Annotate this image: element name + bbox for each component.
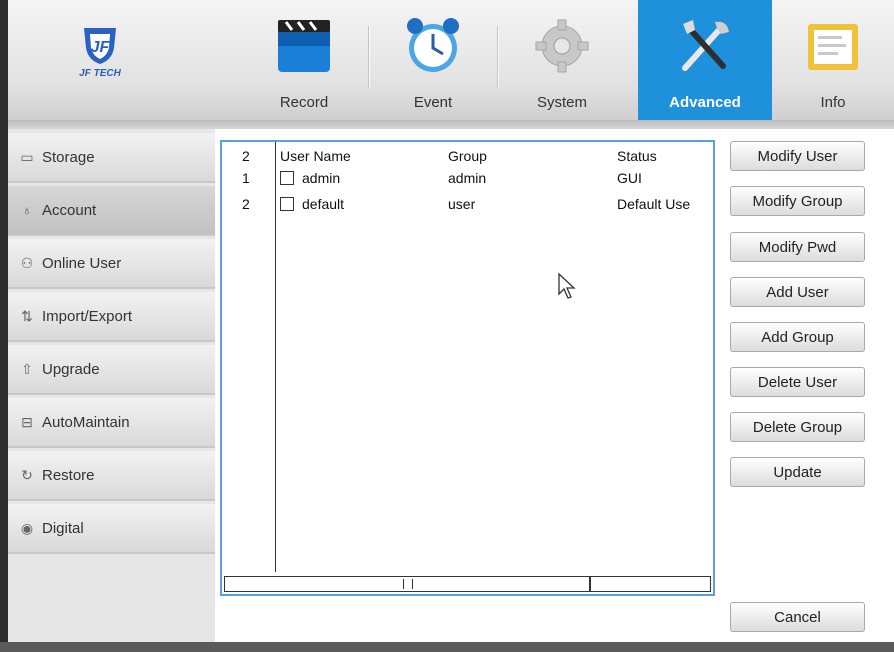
upgrade-icon: ⇧: [21, 361, 33, 377]
row-index: 2: [242, 196, 250, 212]
horizontal-scrollbar[interactable]: [224, 576, 711, 592]
top-navigation-bar: JF JF TECH Record Event System Advanced …: [0, 0, 894, 120]
alarm-clock-icon: [403, 14, 463, 78]
sidebar-item-label: Upgrade: [42, 360, 100, 378]
column-header-status[interactable]: Status: [617, 148, 711, 164]
cancel-button[interactable]: Cancel: [730, 602, 865, 632]
sidebar-item-label: Restore: [42, 466, 95, 484]
online-user-icon: ⚇: [20, 255, 34, 271]
storage-icon: ▭: [20, 149, 34, 165]
sidebar-item-digital[interactable]: ◉ Digital: [8, 504, 215, 554]
delete-group-button[interactable]: Delete Group: [730, 412, 865, 442]
tab-record[interactable]: Record: [240, 0, 368, 120]
account-icon: ♁: [21, 202, 33, 218]
auto-maintain-icon: ⊟: [21, 414, 33, 430]
jf-tech-logo-icon: JF: [84, 28, 116, 64]
user-count: 2: [242, 148, 250, 164]
row-user-name: default: [302, 196, 345, 212]
tab-label: Record: [279, 94, 329, 111]
add-group-button[interactable]: Add Group: [730, 322, 865, 352]
sidebar-item-restore[interactable]: ↻ Restore: [8, 451, 215, 501]
delete-user-button[interactable]: Delete User: [730, 367, 865, 397]
mouse-cursor-icon: [558, 272, 576, 299]
digital-icon: ◉: [20, 520, 34, 536]
bottom-status-strip: [0, 642, 894, 652]
tab-label: Info: [820, 94, 846, 111]
sidebar-item-storage[interactable]: ▭ Storage: [8, 133, 215, 183]
row-user-name-cell: default: [280, 196, 430, 212]
sidebar-item-label: AutoMaintain: [42, 413, 130, 431]
update-button[interactable]: Update: [730, 457, 865, 487]
scrollbar-thumb[interactable]: [225, 577, 591, 591]
tab-label: Event: [413, 94, 453, 111]
tab-label: System: [536, 94, 587, 111]
svg-text:JF: JF: [91, 39, 111, 56]
column-header-user-name[interactable]: User Name: [280, 148, 430, 164]
sidebar-item-label: Import/Export: [42, 307, 133, 325]
modify-user-button[interactable]: Modify User: [730, 141, 865, 171]
sidebar-item-label: Storage: [42, 148, 95, 166]
sidebar-item-upgrade[interactable]: ⇧ Upgrade: [8, 345, 215, 395]
sidebar-item-online-user[interactable]: ⚇ Online User: [8, 239, 215, 289]
sidebar-item-label: Online User: [42, 254, 122, 272]
sidebar-item-label: Account: [42, 201, 97, 219]
gear-icon: [532, 14, 592, 78]
sidebar-item-import-export[interactable]: ⇅ Import/Export: [8, 292, 215, 342]
row-group: user: [448, 196, 476, 212]
brand-logo: JF JF TECH: [52, 22, 148, 102]
tab-system[interactable]: System: [498, 0, 626, 120]
sidebar-item-automaintain[interactable]: ⊟ AutoMaintain: [8, 398, 215, 448]
table-row[interactable]: 1 admin admin GUI: [222, 170, 713, 190]
tab-event[interactable]: Event: [369, 0, 497, 120]
sidebar-item-account[interactable]: ♁ Account: [8, 186, 215, 236]
logo-text: JF TECH: [79, 68, 121, 79]
tab-advanced[interactable]: Advanced: [638, 0, 772, 120]
row-checkbox[interactable]: [280, 171, 294, 185]
sidebar: ▭ Storage ♁ Account ⚇ Online User ⇅ Impo…: [8, 129, 215, 642]
sidebar-item-label: Digital: [42, 519, 84, 537]
row-checkbox[interactable]: [280, 197, 294, 211]
modify-pwd-button[interactable]: Modify Pwd: [730, 232, 865, 262]
table-row[interactable]: 2 default user Default Use: [222, 196, 713, 216]
row-group: admin: [448, 170, 487, 186]
list-header: 2 User Name Group Status: [222, 148, 713, 168]
row-index: 1: [242, 170, 250, 186]
tab-info[interactable]: Info: [772, 0, 894, 120]
column-header-group[interactable]: Group: [448, 148, 588, 164]
row-user-name-cell: admin: [280, 170, 430, 186]
user-list[interactable]: 2 User Name Group Status 1 admin admin G…: [220, 140, 715, 596]
scrollbar-grip-icon: [403, 579, 413, 589]
clapperboard-icon: [274, 14, 334, 78]
tab-label: Advanced: [669, 94, 741, 111]
topbar-divider: [0, 120, 894, 129]
row-user-name: admin: [302, 170, 341, 186]
modify-group-button[interactable]: Modify Group: [730, 186, 865, 216]
restore-icon: ↻: [21, 467, 33, 483]
row-status: Default Use: [617, 196, 691, 212]
row-status: GUI: [617, 170, 642, 186]
add-user-button[interactable]: Add User: [730, 277, 865, 307]
info-panel-icon: [804, 14, 864, 78]
tools-icon: [675, 14, 735, 78]
import-export-icon: ⇅: [21, 308, 33, 324]
left-edge-strip: [0, 0, 8, 652]
